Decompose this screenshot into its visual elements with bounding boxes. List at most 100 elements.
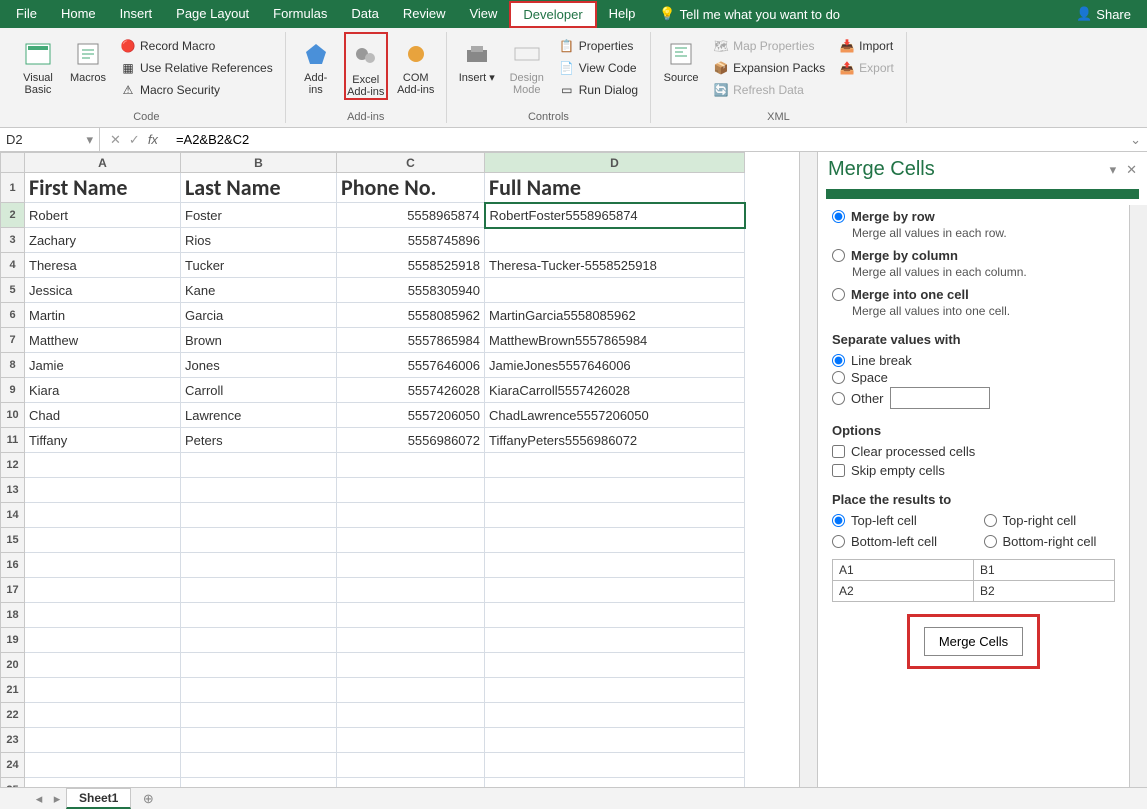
record-macro-button[interactable]: 🔴Record Macro [116,36,277,56]
cell[interactable] [25,553,181,578]
cell[interactable]: RobertFoster5558965874 [485,203,745,228]
taskpane-options-icon[interactable]: ▾ [1110,162,1117,178]
row-header-12[interactable]: 12 [1,453,25,478]
tab-formulas[interactable]: Formulas [261,0,339,28]
cell[interactable]: Jessica [25,278,181,303]
tab-nav-next-icon[interactable]: ▸ [48,791,66,807]
cell[interactable] [25,478,181,503]
cell[interactable]: 5557865984 [337,328,485,353]
row-header-23[interactable]: 23 [1,728,25,753]
place-top-left-radio[interactable] [832,514,845,527]
tab-nav-prev-icon[interactable]: ◂ [30,791,48,807]
tab-file[interactable]: File [4,0,49,28]
cell[interactable]: TiffanyPeters5556986072 [485,428,745,453]
import-button[interactable]: 📥Import [835,36,898,56]
sheet-vertical-scrollbar[interactable] [799,152,817,787]
cell[interactable] [337,628,485,653]
cell[interactable] [181,778,337,788]
row-header-11[interactable]: 11 [1,428,25,453]
com-addins-button[interactable]: COMAdd-ins [394,32,438,96]
cell[interactable] [25,753,181,778]
cell[interactable] [181,628,337,653]
row-header-4[interactable]: 4 [1,253,25,278]
cell[interactable] [181,703,337,728]
merge-one-cell-radio[interactable] [832,288,845,301]
row-header-14[interactable]: 14 [1,503,25,528]
cell[interactable] [181,603,337,628]
place-bottom-left-radio[interactable] [832,535,845,548]
cell[interactable] [485,453,745,478]
cell[interactable]: Brown [181,328,337,353]
cell[interactable] [337,478,485,503]
chevron-down-icon[interactable]: ▾ [86,132,93,148]
cell[interactable] [337,703,485,728]
cell[interactable]: Martin [25,303,181,328]
cell[interactable]: Phone No. [337,173,485,203]
taskpane-vertical-scrollbar[interactable] [1129,205,1147,787]
row-header-15[interactable]: 15 [1,528,25,553]
cell[interactable]: Peters [181,428,337,453]
cell[interactable]: 5558745896 [337,228,485,253]
cell[interactable] [485,503,745,528]
row-header-17[interactable]: 17 [1,578,25,603]
cell[interactable] [181,503,337,528]
cell[interactable] [485,603,745,628]
cell[interactable]: Theresa-Tucker-5558525918 [485,253,745,278]
cell[interactable] [485,653,745,678]
sep-other-input[interactable] [890,387,990,409]
cell[interactable]: Rios [181,228,337,253]
cell[interactable]: 5558305940 [337,278,485,303]
cell[interactable] [25,653,181,678]
merge-cells-action-button[interactable]: Merge Cells [924,627,1023,656]
cell[interactable]: Tiffany [25,428,181,453]
cell[interactable] [25,778,181,788]
clear-processed-checkbox[interactable] [832,445,845,458]
cell[interactable]: 5558525918 [337,253,485,278]
cell[interactable]: Garcia [181,303,337,328]
merge-by-row-radio[interactable] [832,210,845,223]
cell[interactable]: Carroll [181,378,337,403]
column-header-C[interactable]: C [337,153,485,173]
cell[interactable]: Full Name [485,173,745,203]
place-bottom-right-radio[interactable] [984,535,997,548]
row-header-8[interactable]: 8 [1,353,25,378]
cell[interactable]: Last Name [181,173,337,203]
cell[interactable]: Chad [25,403,181,428]
skip-empty-checkbox[interactable] [832,464,845,477]
column-header-B[interactable]: B [181,153,337,173]
share-button[interactable]: 👤 Share [1064,6,1143,22]
row-header-22[interactable]: 22 [1,703,25,728]
cell[interactable] [181,678,337,703]
cancel-formula-icon[interactable]: ✕ [110,132,121,148]
cell[interactable] [25,528,181,553]
sep-space-radio[interactable] [832,371,845,384]
tab-page-layout[interactable]: Page Layout [164,0,261,28]
cell[interactable] [485,278,745,303]
row-header-21[interactable]: 21 [1,678,25,703]
properties-button[interactable]: 📋Properties [555,36,642,56]
sep-other-radio[interactable] [832,392,845,405]
row-header-2[interactable]: 2 [1,203,25,228]
cell[interactable] [485,628,745,653]
cell[interactable] [181,653,337,678]
tab-review[interactable]: Review [391,0,458,28]
row-header-19[interactable]: 19 [1,628,25,653]
row-header-3[interactable]: 3 [1,228,25,253]
cell[interactable]: 5558085962 [337,303,485,328]
sep-linebreak-radio[interactable] [832,354,845,367]
column-header-D[interactable]: D [485,153,745,173]
cell[interactable]: 5557646006 [337,353,485,378]
worksheet-area[interactable]: ABCD1First NameLast NamePhone No.Full Na… [0,152,799,787]
row-header-25[interactable]: 25 [1,778,25,788]
cell[interactable] [181,553,337,578]
row-header-20[interactable]: 20 [1,653,25,678]
cell[interactable] [337,528,485,553]
tab-help[interactable]: Help [597,0,648,28]
view-code-button[interactable]: 📄View Code [555,58,642,78]
cell[interactable] [25,603,181,628]
tab-view[interactable]: View [457,0,509,28]
cell[interactable] [337,653,485,678]
add-sheet-button[interactable]: ⊕ [137,791,159,807]
cell[interactable]: Zachary [25,228,181,253]
cell[interactable]: MatthewBrown5557865984 [485,328,745,353]
